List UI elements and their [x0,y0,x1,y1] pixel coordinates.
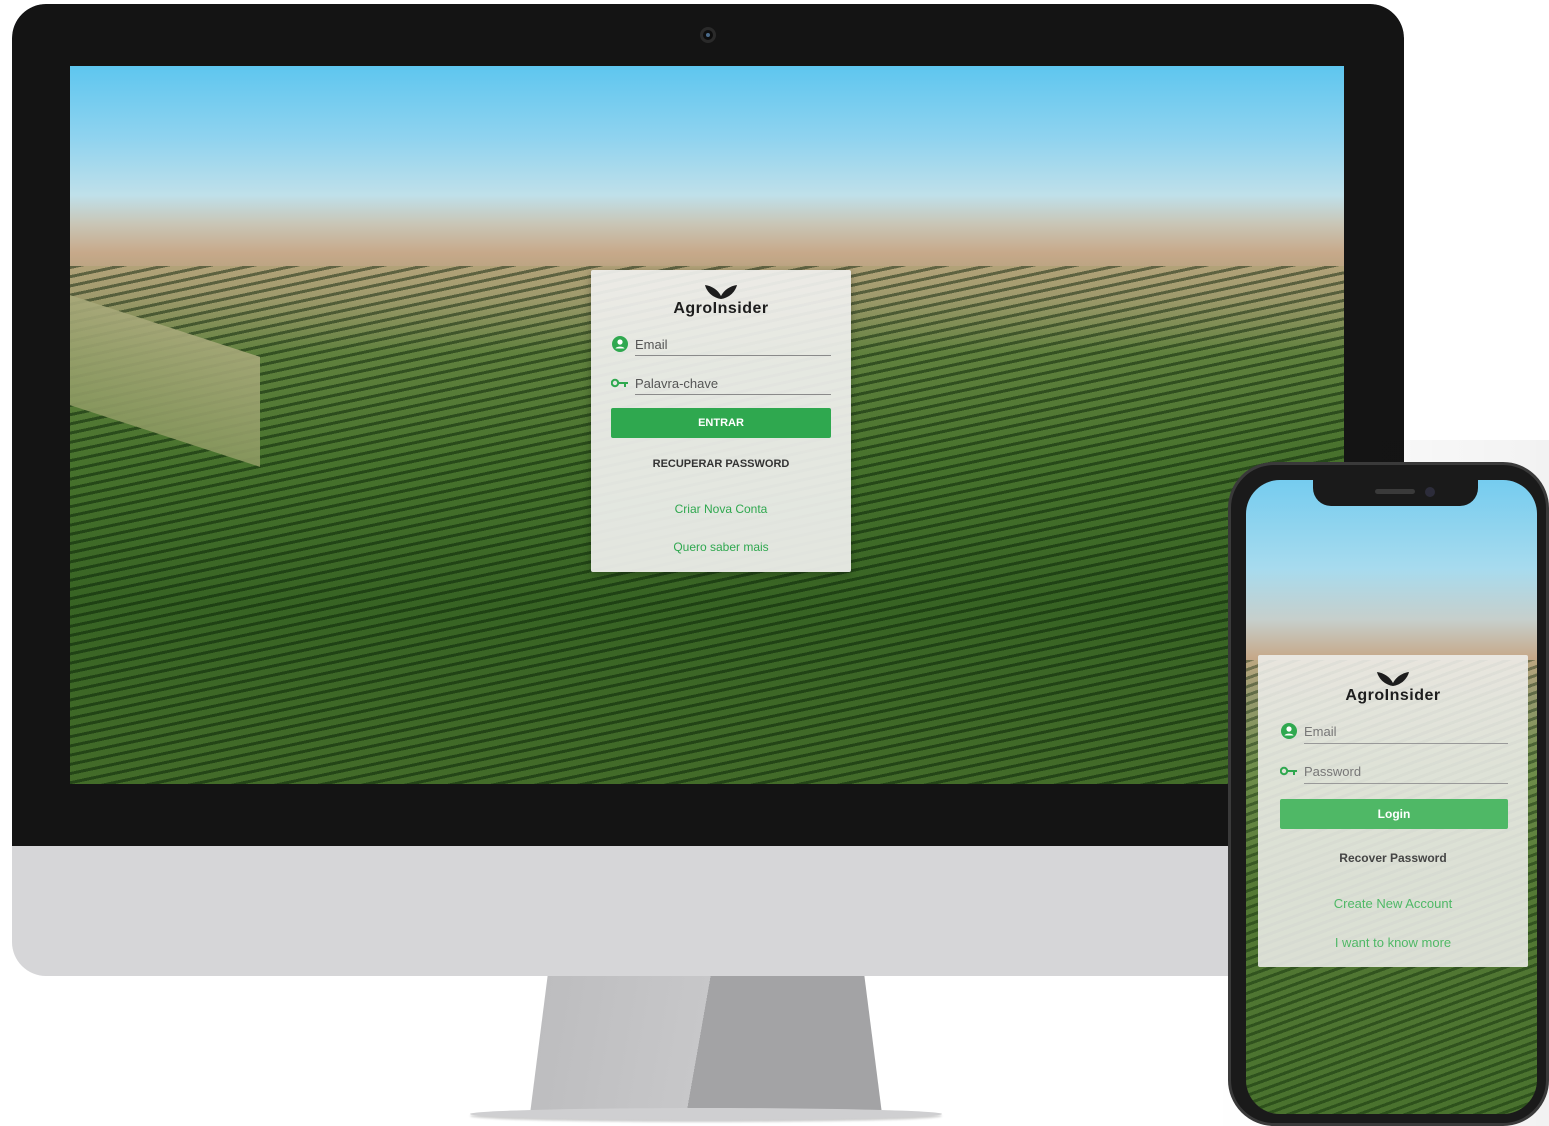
webcam-icon [700,27,716,43]
mobile-password-placeholder: Password [1304,763,1362,779]
user-icon [1280,722,1298,740]
mobile-login-button[interactable]: Login [1280,799,1508,829]
leaf-logo-icon [705,285,737,299]
mobile-password-field[interactable]: Password [1280,761,1508,784]
password-field[interactable]: Palavra-chave [611,373,831,395]
recover-password-link[interactable]: RECUPERAR PASSWORD [591,458,851,470]
know-more-link[interactable]: Quero saber mais [591,540,851,554]
brand-logo: AgroInsider [591,284,851,318]
email-underline [635,355,831,356]
login-button[interactable]: ENTRAR [611,408,831,438]
desktop-screen: AgroInsider Email Palavra-chave ENTRAR R… [70,66,1344,784]
mobile-brand-name: AgroInsider [1345,687,1441,704]
password-placeholder: Palavra-chave [635,375,719,391]
login-card: AgroInsider Email Palavra-chave ENTRAR R… [591,270,851,572]
phone-screen: AgroInsider Email Password Login Recover… [1246,480,1537,1114]
user-icon [611,335,629,353]
key-icon [611,374,629,392]
mobile-login-card: AgroInsider Email Password Login Recover… [1258,655,1528,967]
brand-name: AgroInsider [673,300,769,317]
front-camera-icon [1425,487,1435,497]
mobile-email-field[interactable]: Email [1280,721,1508,744]
mobile-email-placeholder: Email [1304,723,1337,739]
password-underline [635,394,831,395]
leaf-logo-icon [1377,672,1409,686]
mobile-know-more-link[interactable]: I want to know more [1258,935,1528,950]
mobile-create-account-link[interactable]: Create New Account [1258,896,1528,911]
email-field[interactable]: Email [611,334,831,356]
create-account-link[interactable]: Criar Nova Conta [591,502,851,516]
key-icon [1280,762,1298,780]
mobile-password-underline [1304,783,1508,784]
monitor-stand-base [470,1108,942,1120]
mobile-brand-logo: AgroInsider [1258,671,1528,705]
product-mockup: AgroInsider Email Palavra-chave ENTRAR R… [0,0,1549,1126]
mobile-recover-password-link[interactable]: Recover Password [1258,851,1528,865]
mobile-email-underline [1304,743,1508,744]
monitor-stand [530,976,882,1114]
phone-notch [1313,480,1478,506]
speaker-icon [1375,489,1415,494]
mobile-phone: AgroInsider Email Password Login Recover… [1228,462,1549,1126]
email-placeholder: Email [635,336,668,352]
